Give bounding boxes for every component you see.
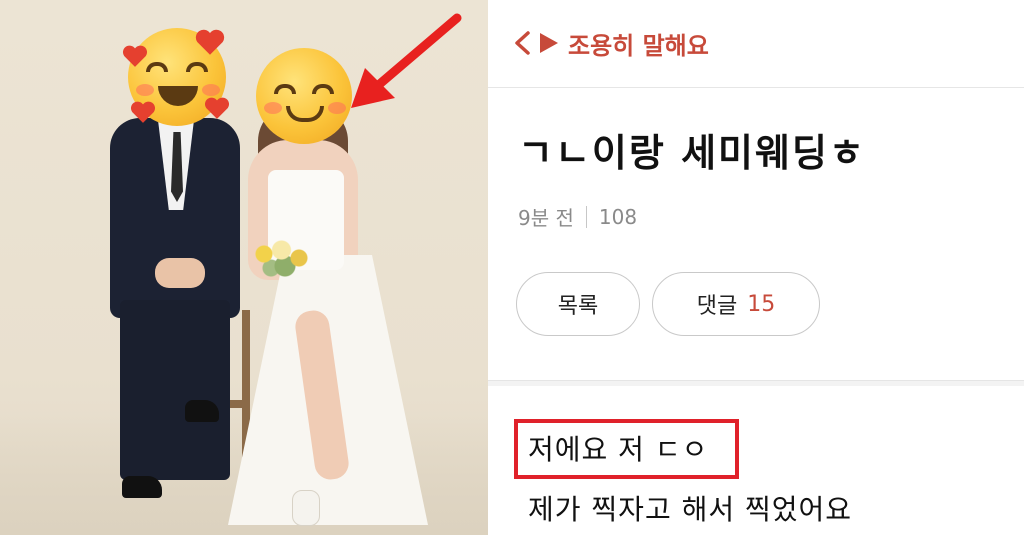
post-body-line: 저에요 저 ㄷㅇ	[528, 433, 709, 466]
smiling-face-icon	[256, 48, 352, 144]
groom-legs	[120, 300, 230, 480]
red-arrow-icon	[351, 13, 462, 108]
groom-shoe	[122, 476, 162, 498]
view-count: 108	[598, 204, 638, 229]
comment-button[interactable]: 댓글 15	[652, 272, 820, 336]
emoji-blush	[136, 84, 154, 96]
emoji-mouth	[286, 106, 324, 122]
list-button-label: 목록	[557, 294, 599, 319]
emoji-blush	[202, 84, 220, 96]
board-header: 조용히 말해요	[488, 0, 1024, 88]
heart-icon	[194, 28, 226, 56]
comment-button-label: 댓글	[696, 294, 738, 319]
heart-icon	[122, 44, 148, 68]
heart-icon	[130, 100, 156, 124]
post-body-line: 제가 찍자고 해서 찍었어요	[528, 493, 853, 526]
groom-hands	[155, 258, 205, 288]
emoji-blush	[264, 102, 282, 114]
list-button[interactable]: 목록	[516, 272, 640, 336]
heart-icon	[204, 96, 230, 120]
bouquet	[250, 238, 320, 278]
emoji-eye	[186, 62, 208, 72]
play-triangle-icon	[540, 33, 558, 53]
comment-count: 15	[747, 291, 776, 317]
post-time: 9분 전	[518, 206, 574, 230]
post-title: ㄱㄴ이랑 세미웨딩ㅎ	[518, 131, 866, 175]
meta-divider	[585, 205, 587, 228]
post-panel: 조용히 말해요 ㄱㄴ이랑 세미웨딩ㅎ 9분 전 108 목록 댓글 15 저에요…	[488, 0, 1024, 535]
emoji-eye	[312, 84, 334, 94]
section-divider	[488, 380, 1024, 386]
post-meta: 9분 전 108	[518, 202, 637, 231]
emoji-eye	[146, 62, 168, 72]
groom-shoe	[185, 400, 219, 422]
emoji-eye	[274, 84, 296, 94]
emoji-mouth	[158, 86, 198, 106]
chevron-left-icon[interactable]	[512, 30, 534, 56]
emoji-blush	[328, 102, 346, 114]
wedding-photo	[0, 0, 488, 535]
board-name[interactable]: 조용히 말해요	[568, 26, 709, 61]
bride-shoe	[292, 490, 320, 526]
